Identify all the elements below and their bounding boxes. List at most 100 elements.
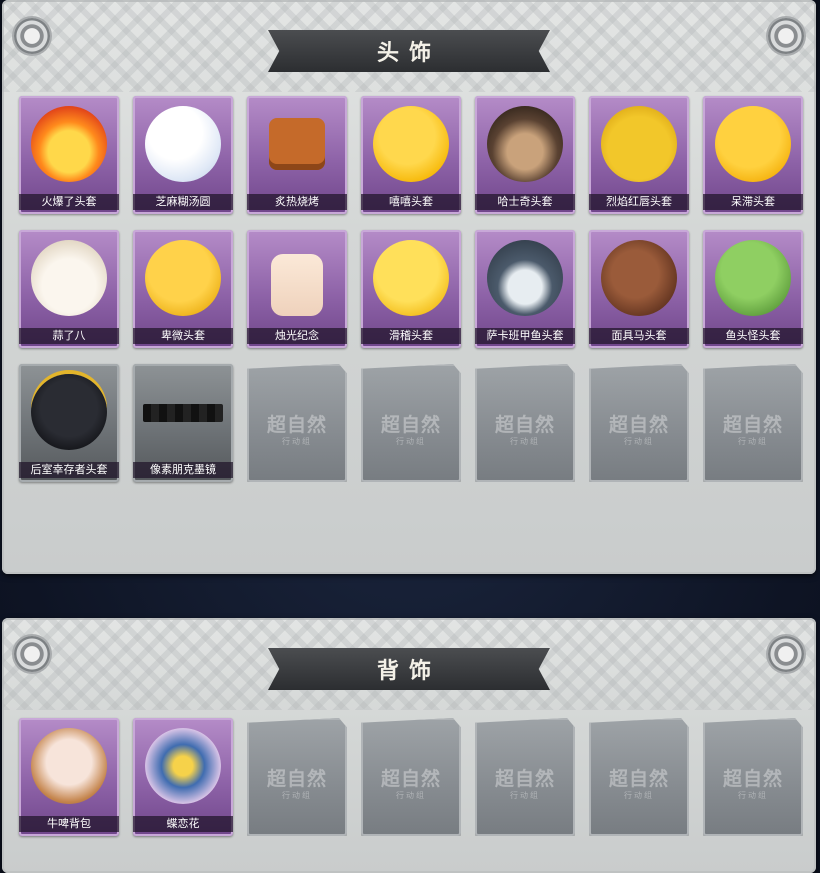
- game-logo-watermark: 超自然 行动组: [703, 764, 803, 801]
- watermark-subtitle: 行动组: [282, 437, 312, 446]
- watermark-subtitle: 行动组: [510, 791, 540, 800]
- item-label: 烛光纪念: [247, 328, 347, 344]
- backwear-grid: 牛啤背包 蝶恋花 超自然 行动组 超自然 行动组 超自然 行动组 超自然 行动组 超自然 行动组: [19, 718, 803, 836]
- stunned-emoji-mask-icon: [715, 106, 791, 182]
- empty-slot[interactable]: 超自然 行动组: [247, 718, 347, 836]
- watermark-subtitle: 行动组: [624, 437, 654, 446]
- headwear-panel: 头饰 火爆了头套 芝麻糊汤圆 炙热烧烤 嘻嘻头套 哈士奇头套 烈焰红唇头套 呆滞头套蒜了八卑…: [2, 0, 816, 574]
- item-card[interactable]: 卑微头套: [133, 230, 233, 348]
- watermark-title: 超自然: [380, 768, 441, 790]
- grin-emoji-mask-icon: [373, 106, 449, 182]
- item-card[interactable]: 炙热烧烤: [247, 96, 347, 214]
- gas-mask-helmet-icon: [31, 374, 107, 450]
- item-label: 炙热烧烤: [247, 194, 347, 210]
- item-label: 鱼头怪头套: [703, 328, 803, 344]
- item-card[interactable]: 呆滞头套: [703, 96, 803, 214]
- item-card[interactable]: 芝麻糊汤圆: [133, 96, 233, 214]
- game-logo-watermark: 超自然 行动组: [589, 410, 689, 447]
- empty-slot[interactable]: 超自然 行动组: [475, 364, 575, 482]
- watermark-subtitle: 行动组: [510, 437, 540, 446]
- funny-emoji-mask-icon: [373, 240, 449, 316]
- white-dumpling-mask-icon: [145, 106, 221, 182]
- game-logo-watermark: 超自然 行动组: [247, 410, 347, 447]
- candle-mask-icon: [271, 254, 323, 316]
- compass-medal-icon: [768, 636, 804, 672]
- watermark-subtitle: 行动组: [396, 791, 426, 800]
- empty-slot[interactable]: 超自然 行动组: [589, 364, 689, 482]
- empty-slot[interactable]: 超自然 行动组: [361, 718, 461, 836]
- item-card[interactable]: 面具马头套: [589, 230, 689, 348]
- fish-head-mask-icon: [715, 240, 791, 316]
- item-card[interactable]: 后室幸存者头套: [19, 364, 119, 482]
- watermark-subtitle: 行动组: [738, 437, 768, 446]
- sacabambaspis-mask-icon: [487, 240, 563, 316]
- empty-slot[interactable]: 超自然 行动组: [703, 718, 803, 836]
- empty-slot[interactable]: 超自然 行动组: [361, 364, 461, 482]
- watermark-title: 超自然: [494, 768, 555, 790]
- watermark-subtitle: 行动组: [738, 791, 768, 800]
- item-card[interactable]: 牛啤背包: [19, 718, 119, 836]
- game-logo-watermark: 超自然 行动组: [361, 764, 461, 801]
- item-label: 嘻嘻头套: [361, 194, 461, 210]
- section-title-banner: 背饰: [268, 648, 550, 690]
- item-card[interactable]: 烈焰红唇头套: [589, 96, 689, 214]
- watermark-subtitle: 行动组: [624, 791, 654, 800]
- husky-mask-icon: [487, 106, 563, 182]
- game-logo-watermark: 超自然 行动组: [247, 764, 347, 801]
- compass-medal-icon: [14, 18, 50, 54]
- butterfly-bell-ornament-icon: [145, 728, 221, 804]
- item-label: 芝麻糊汤圆: [133, 194, 233, 210]
- watermark-title: 超自然: [722, 414, 783, 436]
- item-card[interactable]: 烛光纪念: [247, 230, 347, 348]
- item-label: 像素朋克墨镜: [133, 462, 233, 478]
- item-card[interactable]: 萨卡班甲鱼头套: [475, 230, 575, 348]
- item-label: 烈焰红唇头套: [589, 194, 689, 210]
- item-card[interactable]: 哈士奇头套: [475, 96, 575, 214]
- item-label: 蒜了八: [19, 328, 119, 344]
- empty-slot[interactable]: 超自然 行动组: [589, 718, 689, 836]
- compass-medal-icon: [14, 636, 50, 672]
- item-card[interactable]: 火爆了头套: [19, 96, 119, 214]
- watermark-title: 超自然: [608, 768, 669, 790]
- game-logo-watermark: 超自然 行动组: [361, 410, 461, 447]
- watermark-title: 超自然: [608, 414, 669, 436]
- item-label: 蝶恋花: [133, 816, 233, 832]
- section-title: 头饰: [376, 40, 441, 66]
- item-label: 滑稽头套: [361, 328, 461, 344]
- horse-mask-icon: [601, 240, 677, 316]
- bbq-skewer-mask-icon: [269, 118, 325, 170]
- watermark-subtitle: 行动组: [396, 437, 426, 446]
- compass-medal-icon: [768, 18, 804, 54]
- game-logo-watermark: 超自然 行动组: [475, 764, 575, 801]
- cow-beer-backpack-icon: [31, 728, 107, 804]
- item-label: 萨卡班甲鱼头套: [475, 328, 575, 344]
- empty-slot[interactable]: 超自然 行动组: [703, 364, 803, 482]
- section-title: 背饰: [376, 658, 441, 684]
- pixel-sunglasses-icon: [143, 404, 223, 422]
- humble-emoji-mask-icon: [145, 240, 221, 316]
- item-label: 牛啤背包: [19, 816, 119, 832]
- item-card[interactable]: 蒜了八: [19, 230, 119, 348]
- item-label: 面具马头套: [589, 328, 689, 344]
- game-logo-watermark: 超自然 行动组: [589, 764, 689, 801]
- item-card[interactable]: 蝶恋花: [133, 718, 233, 836]
- garlic-mask-icon: [31, 240, 107, 316]
- watermark-title: 超自然: [722, 768, 783, 790]
- watermark-title: 超自然: [380, 414, 441, 436]
- watermark-title: 超自然: [266, 414, 327, 436]
- headwear-grid: 火爆了头套 芝麻糊汤圆 炙热烧烤 嘻嘻头套 哈士奇头套 烈焰红唇头套 呆滞头套蒜了八 卑微头套…: [19, 96, 803, 482]
- item-card[interactable]: 像素朋克墨镜: [133, 364, 233, 482]
- empty-slot[interactable]: 超自然 行动组: [247, 364, 347, 482]
- watermark-title: 超自然: [494, 414, 555, 436]
- section-title-banner: 头饰: [268, 30, 550, 72]
- item-card[interactable]: 鱼头怪头套: [703, 230, 803, 348]
- watermark-title: 超自然: [266, 768, 327, 790]
- fire-spirit-mask-icon: [31, 106, 107, 182]
- item-label: 后室幸存者头套: [19, 462, 119, 478]
- item-label: 呆滞头套: [703, 194, 803, 210]
- yellow-mouse-mask-icon: [601, 106, 677, 182]
- empty-slot[interactable]: 超自然 行动组: [475, 718, 575, 836]
- item-card[interactable]: 滑稽头套: [361, 230, 461, 348]
- item-card[interactable]: 嘻嘻头套: [361, 96, 461, 214]
- backwear-panel: 背饰 牛啤背包 蝶恋花 超自然 行动组 超自然 行动组 超自然 行动组 超自然 行动组 超自然 行动组: [2, 618, 816, 873]
